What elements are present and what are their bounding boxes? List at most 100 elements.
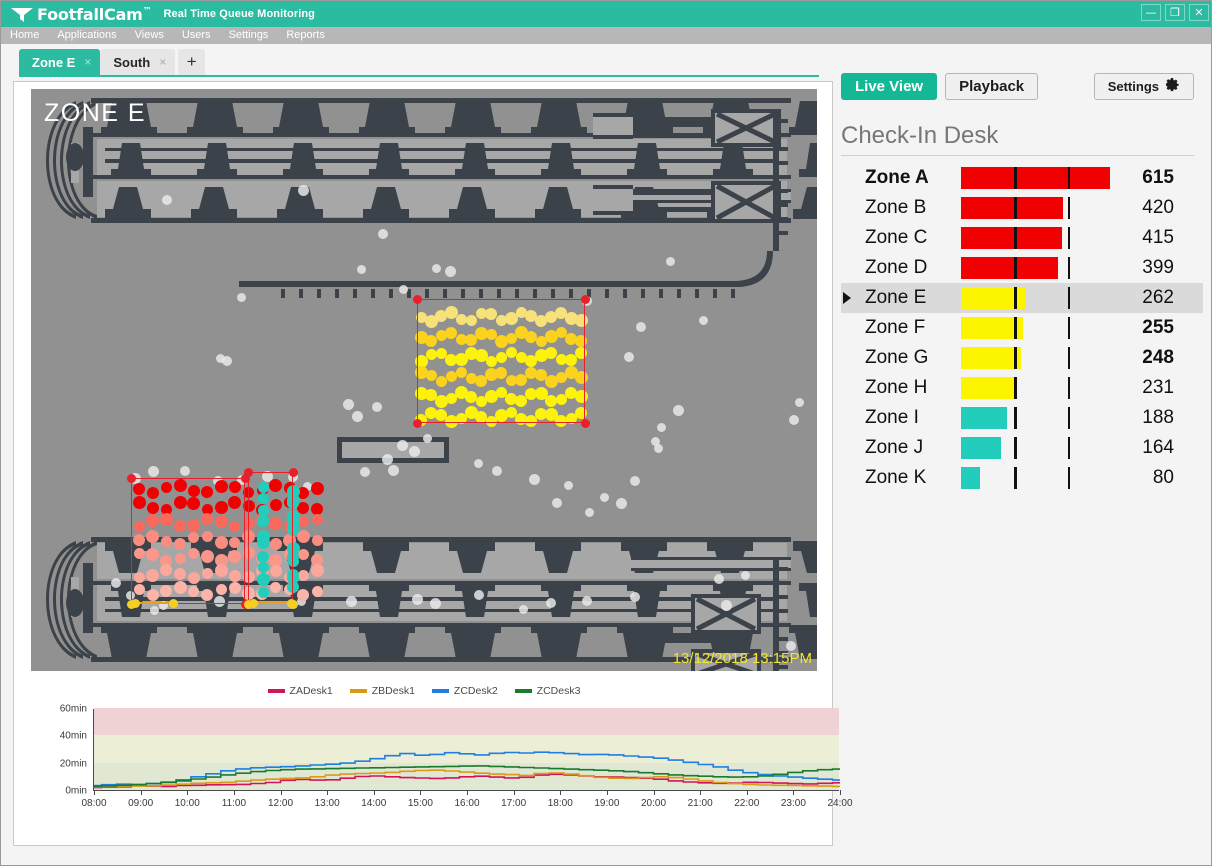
map-timestamp: 13/12/2018 13:15PM [672, 650, 812, 667]
tab-south[interactable]: South × [100, 49, 176, 75]
legend-label: ZBDesk1 [371, 685, 415, 697]
zone-row-zone-a[interactable]: Zone A 615 [841, 163, 1203, 193]
minimize-button[interactable]: — [1141, 4, 1161, 21]
legend-label: ZCDesk2 [453, 685, 498, 697]
zone-bar-threshold-tick [1067, 437, 1070, 459]
chart-x-tick-label: 13:00 [314, 798, 340, 809]
zone-bar-threshold-tick [1014, 197, 1017, 219]
zone-resize-handle[interactable] [580, 294, 590, 304]
chart-x-tick-label: 17:00 [501, 798, 527, 809]
zone-label: Zone B [865, 197, 927, 218]
zone-value: 420 [1142, 197, 1174, 218]
zone-row-zone-f[interactable]: Zone F 255 [841, 313, 1203, 343]
zone-bar-threshold-tick [1014, 227, 1017, 249]
zone-bar-track [961, 407, 1121, 429]
trademark-symbol: ™ [142, 6, 152, 17]
zone-bar-threshold-tick [1067, 197, 1070, 219]
zone-gate-handle[interactable] [130, 598, 140, 608]
menu-item-users[interactable]: Users [173, 27, 220, 44]
zone-resize-handle[interactable] [412, 294, 422, 304]
zone-label: Zone E [865, 287, 927, 308]
zone-resize-handle[interactable] [412, 418, 422, 428]
zone-row-zone-k[interactable]: Zone K 80 [841, 463, 1203, 493]
maximize-button[interactable]: ❐ [1165, 4, 1185, 21]
zone-value: 399 [1142, 257, 1174, 278]
zone-label: Zone J [865, 437, 924, 458]
menu-item-reports[interactable]: Reports [277, 27, 334, 44]
zone-row-zone-i[interactable]: Zone I 188 [841, 403, 1203, 433]
zone-value: 255 [1142, 317, 1174, 338]
zone-bar-fill [961, 197, 1063, 219]
zone-bar-threshold-tick [1067, 167, 1070, 189]
menu-item-settings[interactable]: Settings [220, 27, 278, 44]
zone-rectangle-left[interactable] [131, 478, 245, 604]
zone-label: Zone A [865, 167, 929, 188]
menu-item-home[interactable]: Home [1, 27, 48, 44]
zone-resize-handle[interactable] [243, 467, 253, 477]
legend-label: ZADesk1 [289, 685, 333, 697]
zone-resize-handle[interactable] [126, 473, 136, 483]
tab-zone-e[interactable]: Zone E × [19, 49, 101, 75]
zone-gate-handle[interactable] [248, 598, 258, 608]
brand-name: FootfallCam™ [37, 5, 152, 24]
settings-button[interactable]: Settings [1093, 73, 1194, 100]
zone-row-zone-j[interactable]: Zone J 164 [841, 433, 1203, 463]
playback-button[interactable]: Playback [945, 73, 1039, 100]
menu-item-views[interactable]: Views [126, 27, 173, 44]
queue-time-chart: ZADesk1 ZBDesk1 ZCDesk2 ZCDesk3 0min 20min 40… [31, 682, 853, 838]
zone-row-zone-c[interactable]: Zone C 415 [841, 223, 1203, 253]
map-zone-title: ZONE E [44, 99, 147, 127]
zone-row-zone-b[interactable]: Zone B 420 [841, 193, 1203, 223]
legend-item-zcdesk2[interactable]: ZCDesk2 [431, 685, 498, 697]
zone-row-zone-d[interactable]: Zone D 399 [841, 253, 1203, 283]
zone-bar-fill [961, 257, 1058, 279]
panel-divider [841, 155, 1194, 156]
tab-zone-e-close-icon[interactable]: × [84, 55, 91, 69]
zone-gate-handle[interactable] [286, 598, 296, 608]
live-view-button[interactable]: Live View [841, 73, 938, 100]
zone-resize-handle[interactable] [288, 467, 298, 477]
zone-rectangle-right[interactable] [248, 472, 293, 604]
add-tab-button[interactable]: + [178, 49, 206, 75]
close-button[interactable]: ✕ [1189, 4, 1209, 21]
chart-y-tick-label: 20min [59, 758, 87, 770]
chart-x-tick-label: 23:00 [780, 798, 806, 809]
legend-swatch [514, 689, 532, 693]
zone-label: Zone K [865, 467, 927, 488]
zone-rectangle-center[interactable] [417, 299, 585, 423]
chart-x-tick-label: 18:00 [547, 798, 573, 809]
chart-x-tick-label: 10:00 [174, 798, 200, 809]
tab-south-close-icon[interactable]: × [159, 55, 166, 69]
zone-gate-handle[interactable] [168, 598, 178, 608]
legend-item-zadesk1[interactable]: ZADesk1 [267, 685, 333, 697]
zone-row-zone-h[interactable]: Zone H 231 [841, 373, 1203, 403]
zone-resize-handle[interactable] [580, 418, 590, 428]
zone-bar-track [961, 317, 1121, 339]
tab-underline [19, 75, 819, 77]
gear-icon [1165, 78, 1180, 95]
zone-list: Zone A 615 Zone B 420 Zone C 415 Zone D 399 Zone… [841, 163, 1203, 493]
zone-bar-track [961, 257, 1121, 279]
zone-bar-track [961, 197, 1121, 219]
chart-x-tick-label: 15:00 [407, 798, 433, 809]
zone-bar-threshold-tick [1014, 467, 1017, 489]
chart-x-tick-label: 22:00 [734, 798, 760, 809]
legend-item-zbdesk1[interactable]: ZBDesk1 [349, 685, 415, 697]
floor-plan-map[interactable]: ZONE E 13/12/2018 13:15PM [31, 89, 817, 671]
zone-bar-fill [961, 437, 1001, 459]
zone-row-zone-e[interactable]: Zone E 262 [841, 283, 1203, 313]
menu-item-applications[interactable]: Applications [48, 27, 125, 44]
selected-zone-caret-icon [843, 292, 851, 304]
title-bar: FootfallCam™ Real Time Queue Monitoring … [1, 1, 1211, 27]
zone-bar-track [961, 227, 1121, 249]
zone-row-zone-g[interactable]: Zone G 248 [841, 343, 1203, 373]
chart-legend: ZADesk1 ZBDesk1 ZCDesk2 ZCDesk3 [31, 682, 817, 700]
legend-item-zcdesk3[interactable]: ZCDesk3 [514, 685, 580, 697]
zone-bar-threshold-tick [1067, 467, 1070, 489]
settings-button-label: Settings [1107, 79, 1159, 94]
zone-value: 248 [1142, 347, 1174, 368]
zone-rectangle-layer[interactable] [31, 89, 817, 671]
zone-label: Zone F [865, 317, 926, 338]
zone-bar-threshold-tick [1014, 437, 1017, 459]
panel-title: Check-In Desk [841, 122, 999, 149]
